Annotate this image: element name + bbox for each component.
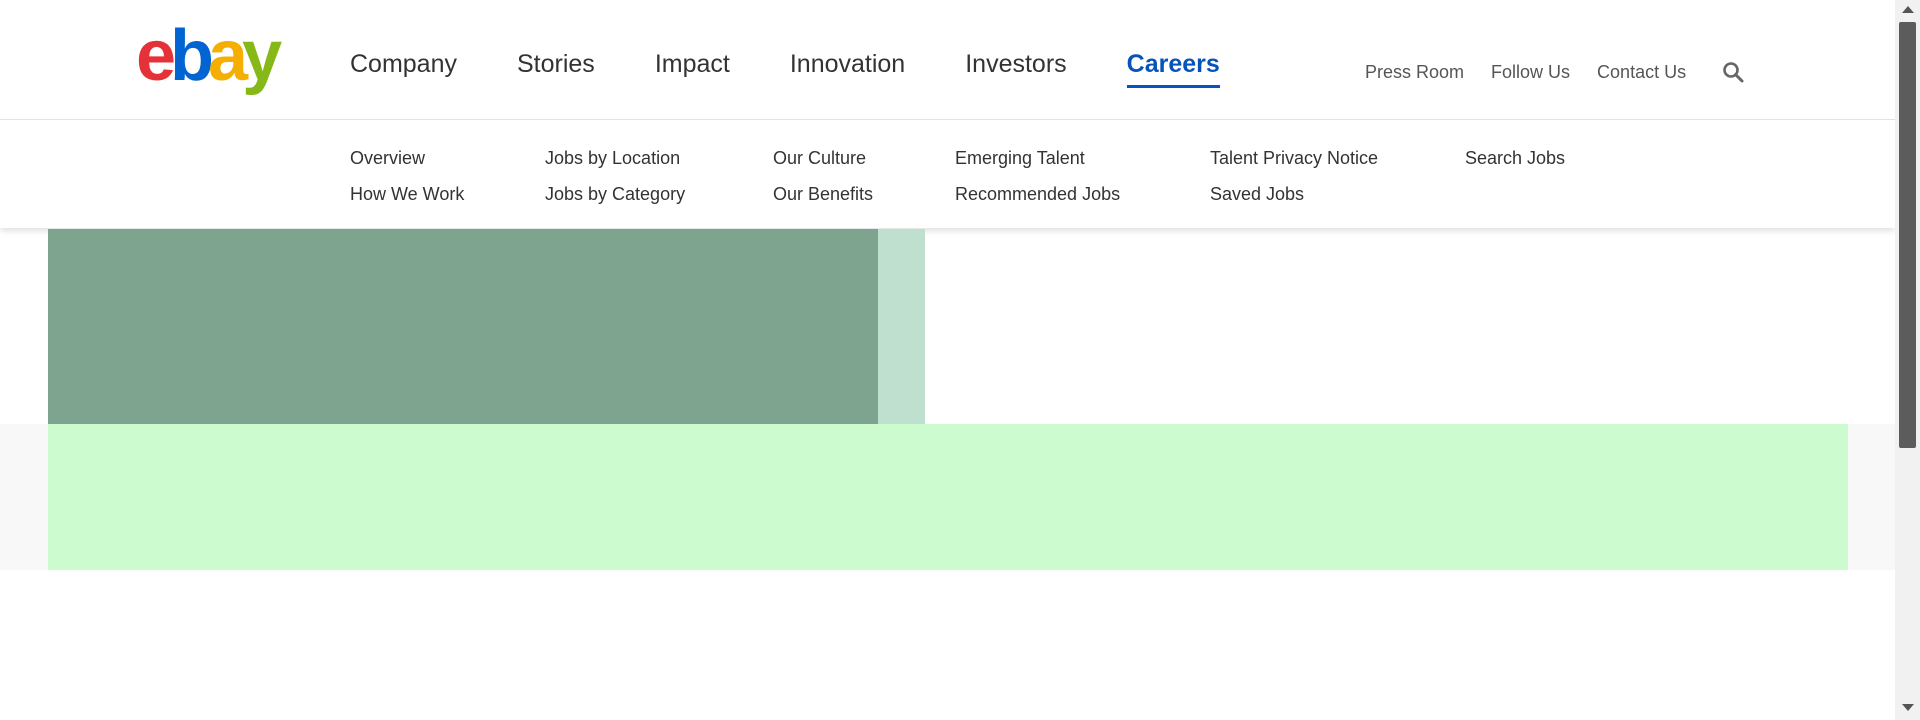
subnav-talent-privacy-notice[interactable]: Talent Privacy Notice bbox=[1210, 146, 1378, 182]
utility-nav: Press Room Follow Us Contact Us bbox=[1365, 60, 1745, 84]
contact-us-link[interactable]: Contact Us bbox=[1597, 62, 1686, 83]
hero-image-placeholder bbox=[48, 229, 878, 424]
subnav-column: Talent Privacy Notice Saved Jobs bbox=[1210, 146, 1378, 218]
subnav-how-we-work[interactable]: How We Work bbox=[350, 182, 464, 218]
vertical-scrollbar[interactable] bbox=[1895, 0, 1920, 720]
follow-us-link[interactable]: Follow Us bbox=[1491, 62, 1570, 83]
scroll-thumb[interactable] bbox=[1899, 22, 1916, 448]
scroll-down-arrow-icon[interactable] bbox=[1902, 704, 1914, 711]
subnav-column: Jobs by Location Jobs by Category bbox=[545, 146, 685, 218]
logo-letter-e: e bbox=[136, 16, 176, 96]
subnav-emerging-talent[interactable]: Emerging Talent bbox=[955, 146, 1120, 182]
subnav-column: Overview How We Work bbox=[350, 146, 464, 218]
subnav-jobs-by-location[interactable]: Jobs by Location bbox=[545, 146, 685, 182]
scroll-up-arrow-icon[interactable] bbox=[1902, 6, 1914, 13]
content-band bbox=[48, 424, 1848, 570]
nav-impact[interactable]: Impact bbox=[655, 50, 730, 88]
nav-stories[interactable]: Stories bbox=[517, 50, 595, 88]
subnav-column: Our Culture Our Benefits bbox=[773, 146, 873, 218]
hero-image-edge bbox=[878, 229, 925, 424]
nav-careers[interactable]: Careers bbox=[1126, 50, 1220, 88]
subnav-search-jobs[interactable]: Search Jobs bbox=[1465, 146, 1565, 182]
logo-letter-a: a bbox=[208, 16, 248, 96]
nav-investors[interactable]: Investors bbox=[965, 50, 1066, 88]
search-icon[interactable] bbox=[1721, 60, 1745, 84]
subnav-jobs-by-category[interactable]: Jobs by Category bbox=[545, 182, 685, 218]
site-header: ebay Company Stories Impact Innovation I… bbox=[0, 0, 1895, 120]
nav-company[interactable]: Company bbox=[350, 50, 457, 88]
subnav-column: Emerging Talent Recommended Jobs bbox=[955, 146, 1120, 218]
subnav-overview[interactable]: Overview bbox=[350, 146, 464, 182]
nav-innovation[interactable]: Innovation bbox=[790, 50, 905, 88]
logo-letter-y: y bbox=[242, 16, 282, 96]
press-room-link[interactable]: Press Room bbox=[1365, 62, 1464, 83]
logo-letter-b: b bbox=[170, 16, 214, 96]
subnav-our-benefits[interactable]: Our Benefits bbox=[773, 182, 873, 218]
careers-subnav: Overview How We Work Jobs by Location Jo… bbox=[0, 120, 1895, 228]
main-nav: Company Stories Impact Innovation Invest… bbox=[350, 50, 1280, 88]
subnav-saved-jobs[interactable]: Saved Jobs bbox=[1210, 182, 1378, 218]
subnav-our-culture[interactable]: Our Culture bbox=[773, 146, 873, 182]
subnav-column: Search Jobs bbox=[1465, 146, 1565, 182]
ebay-logo[interactable]: ebay bbox=[136, 16, 282, 96]
subnav-recommended-jobs[interactable]: Recommended Jobs bbox=[955, 182, 1120, 218]
